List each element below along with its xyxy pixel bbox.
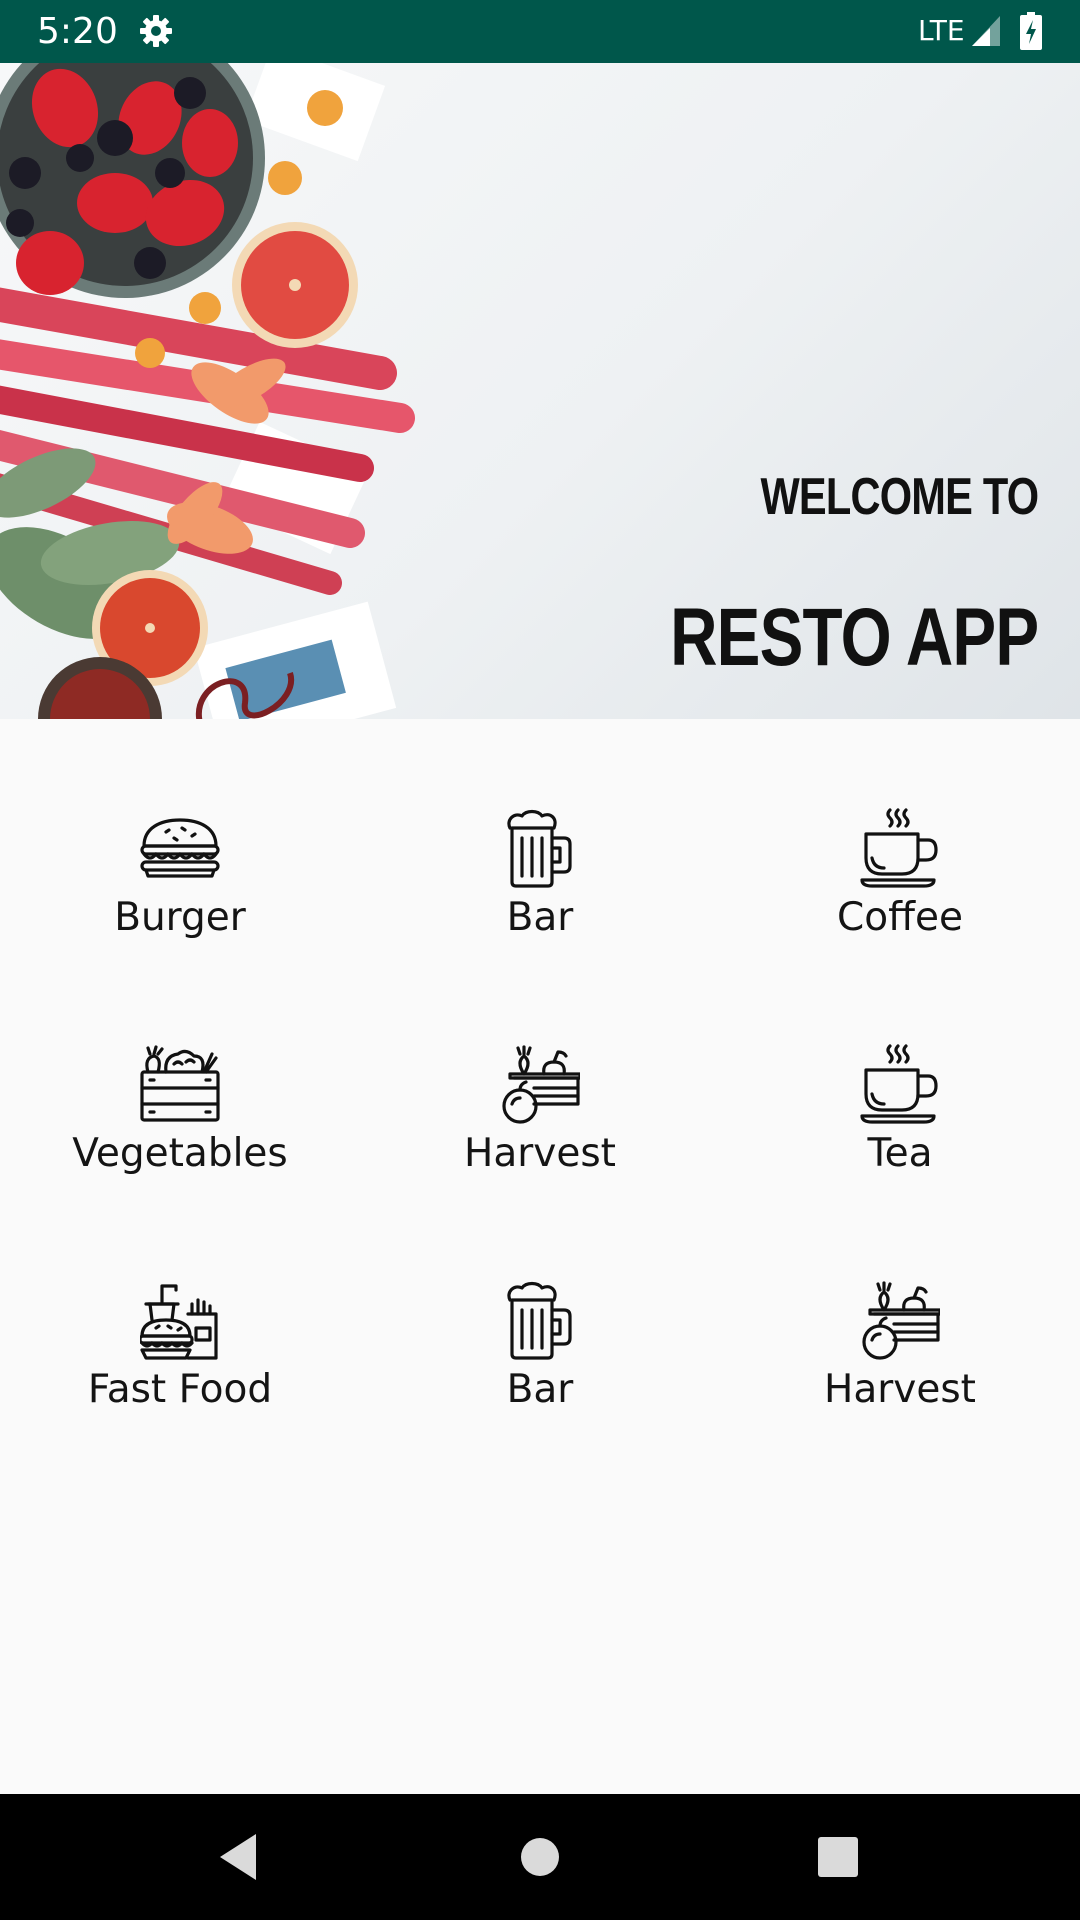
system-nav-bar: [0, 1794, 1080, 1920]
recents-square-icon[interactable]: [805, 1824, 871, 1890]
category-label: Burger: [114, 895, 246, 940]
beer-mug-icon: [507, 1281, 572, 1360]
category-coffee[interactable]: Coffee: [720, 790, 1080, 990]
vegetable-crate-icon: [140, 1045, 220, 1122]
category-label: Bar: [506, 1367, 574, 1412]
back-triangle-icon[interactable]: [206, 1824, 272, 1890]
category-label: Bar: [506, 895, 574, 940]
home-circle-icon[interactable]: [507, 1824, 573, 1890]
category-harvest[interactable]: Harvest: [720, 1262, 1080, 1462]
category-label: Tea: [867, 1131, 933, 1176]
category-label: Harvest: [824, 1367, 976, 1412]
category-vegetables[interactable]: Vegetables: [0, 1026, 360, 1226]
app-title: RESTO APP: [669, 592, 1039, 683]
status-bar: 5:20 LTE: [0, 0, 1080, 63]
gear-icon: [140, 15, 172, 47]
status-time: 5:20: [37, 11, 118, 52]
fast-food-icon: [140, 1284, 218, 1360]
category-label: Vegetables: [72, 1131, 288, 1176]
fruit-flatlay-image: [0, 63, 415, 719]
category-burger[interactable]: Burger: [0, 790, 360, 990]
category-label: Coffee: [837, 895, 963, 940]
category-bar[interactable]: Bar: [360, 790, 720, 990]
category-bar[interactable]: Bar: [360, 1262, 720, 1462]
network-type: LTE: [918, 14, 965, 47]
burger-icon: [140, 818, 220, 878]
category-fast-food[interactable]: Fast Food: [0, 1262, 360, 1462]
signal-icon: [972, 16, 1000, 46]
beer-mug-icon: [507, 809, 572, 888]
tea-cup-icon: [860, 1044, 938, 1124]
coffee-cup-icon: [860, 808, 938, 888]
harvest-basket-icon: [502, 1045, 580, 1124]
category-tea[interactable]: Tea: [720, 1026, 1080, 1226]
category-label: Fast Food: [87, 1367, 273, 1412]
battery-charging-icon: [1020, 12, 1042, 50]
hero-banner: WELCOME TO RESTO APP: [0, 63, 1080, 719]
harvest-basket-icon: [862, 1281, 940, 1360]
welcome-text: WELCOME TO: [760, 468, 1039, 526]
category-label: Harvest: [464, 1131, 616, 1176]
category-harvest[interactable]: Harvest: [360, 1026, 720, 1226]
